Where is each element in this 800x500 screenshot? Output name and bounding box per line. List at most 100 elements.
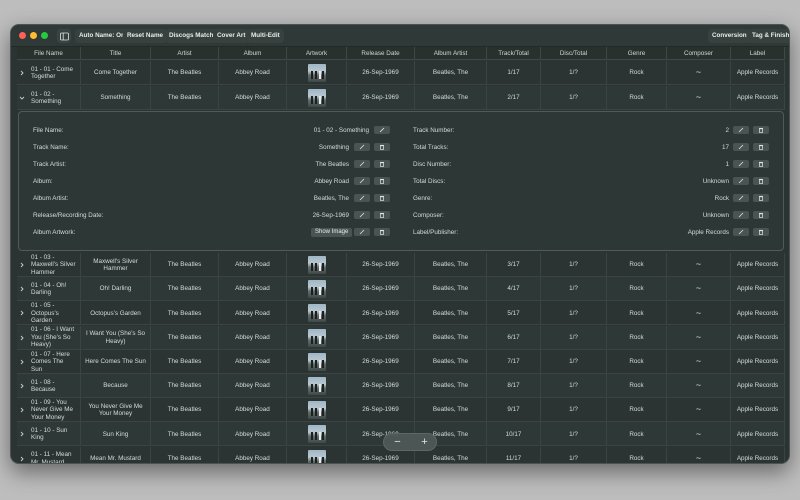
delete-field-button[interactable] — [753, 177, 769, 185]
minimize-window-button[interactable] — [30, 32, 37, 39]
edit-field-button[interactable] — [733, 177, 749, 185]
conversion-button[interactable]: Conversion — [708, 29, 751, 43]
detail-value[interactable]: The Beatles — [315, 161, 349, 168]
detail-value[interactable]: 1 — [725, 161, 729, 168]
edit-field-button[interactable] — [733, 143, 749, 151]
album-artwork-thumbnail[interactable] — [307, 89, 326, 107]
album-artwork-thumbnail[interactable] — [307, 401, 326, 420]
chevron-right-icon[interactable] — [17, 374, 27, 398]
delete-field-button[interactable] — [374, 194, 390, 202]
delete-field-button[interactable] — [753, 126, 769, 134]
table-row[interactable]: 01 - 06 - I Want You (She's So Heavy) I W… — [17, 325, 785, 350]
detail-value[interactable]: Beatles, The — [314, 195, 349, 202]
chevron-right-icon[interactable] — [17, 447, 27, 463]
delete-field-button[interactable] — [374, 160, 390, 168]
album-artwork-thumbnail[interactable] — [307, 425, 326, 444]
chevron-right-icon[interactable] — [17, 326, 27, 350]
table-row[interactable]: 01 - 07 - Here Comes The Sun Here Comes T… — [17, 349, 785, 374]
zoom-in-button[interactable]: + — [411, 434, 438, 452]
column-header[interactable]: Label — [731, 47, 785, 60]
album-artwork-thumbnail[interactable] — [307, 377, 326, 395]
delete-field-button[interactable] — [374, 211, 390, 219]
column-header[interactable]: Composer — [667, 47, 731, 60]
detail-value[interactable]: 01 - 02 - Something — [314, 127, 369, 134]
detail-value[interactable]: 26-Sep-1969 — [313, 212, 349, 219]
chevron-right-icon[interactable] — [17, 422, 27, 446]
column-header[interactable]: Release Date — [347, 47, 415, 60]
close-window-button[interactable] — [19, 32, 26, 39]
multi-edit-button[interactable]: Multi-Edit — [247, 29, 284, 43]
column-header[interactable]: Track/Total — [487, 47, 541, 60]
chevron-right-icon[interactable] — [17, 398, 27, 422]
column-header[interactable]: Album — [219, 47, 287, 60]
cell-genre: Rock — [607, 349, 667, 374]
edit-field-button[interactable] — [374, 126, 390, 134]
edit-field-button[interactable] — [354, 211, 370, 219]
column-header[interactable]: Artist — [151, 47, 219, 60]
zoom-out-button[interactable]: − — [384, 434, 411, 452]
detail-value[interactable]: Something — [319, 144, 349, 151]
auto-name-button[interactable]: Auto Name: On — [75, 29, 129, 43]
column-header[interactable]: Title — [81, 47, 151, 60]
edit-field-button[interactable] — [354, 177, 370, 185]
column-header[interactable]: File Name — [17, 47, 81, 60]
edit-field-button[interactable] — [354, 143, 370, 151]
column-header[interactable]: Artwork — [287, 47, 347, 60]
delete-field-button[interactable] — [374, 228, 390, 236]
delete-field-button[interactable] — [753, 211, 769, 219]
edit-field-button[interactable] — [354, 194, 370, 202]
chevron-right-icon[interactable] — [17, 350, 27, 374]
edit-field-button[interactable] — [733, 126, 749, 134]
zoom-window-button[interactable] — [41, 32, 48, 39]
cell-album-artist: Beatles, The — [415, 277, 487, 302]
column-header[interactable]: Genre — [607, 47, 667, 60]
detail-value[interactable]: Unknown — [703, 178, 729, 185]
column-header[interactable]: Disc/Total — [541, 47, 607, 60]
album-artwork-thumbnail[interactable] — [307, 352, 326, 371]
chevron-right-icon[interactable] — [17, 253, 27, 277]
delete-field-button[interactable] — [374, 177, 390, 185]
table-row[interactable]: 01 - 03 - Maxwell's Silver Hammer Maxwell… — [17, 253, 785, 277]
chevron-down-icon[interactable] — [17, 86, 27, 110]
show-image-button[interactable]: Show Image — [311, 228, 353, 237]
delete-field-button[interactable] — [753, 160, 769, 168]
album-artwork-thumbnail[interactable] — [307, 256, 326, 274]
edit-field-button[interactable] — [733, 228, 749, 236]
table-row[interactable]: 01 - 05 - Octopus's Garden Octopus's Gard… — [17, 301, 785, 326]
album-artwork-thumbnail[interactable] — [307, 304, 326, 323]
sidebar-toggle-button[interactable] — [57, 29, 71, 43]
delete-field-button[interactable] — [753, 143, 769, 151]
table-row[interactable]: 01 - 02 - Something Something The Beatles A… — [17, 86, 785, 110]
discogs-match-button[interactable]: Discogs Match — [165, 29, 218, 43]
delete-field-button[interactable] — [374, 143, 390, 151]
table-row[interactable]: 01 - 01 - Come Together Come Together The … — [17, 61, 785, 85]
edit-field-button[interactable] — [354, 228, 370, 236]
table-row[interactable]: 01 - 08 - Because Because The Beatles Abbey… — [17, 374, 785, 398]
app-window: Auto Name: On Reset Name Discogs Match C… — [10, 24, 790, 464]
detail-value[interactable]: Abbey Road — [314, 178, 349, 185]
reset-name-button[interactable]: Reset Name — [123, 29, 168, 43]
delete-field-button[interactable] — [753, 228, 769, 236]
table-row[interactable]: 01 - 09 - You Never Give Me Your Money Yo… — [17, 398, 785, 423]
chevron-right-icon[interactable] — [17, 301, 27, 325]
detail-value[interactable]: Unknown — [703, 212, 729, 219]
detail-value[interactable]: 2 — [725, 127, 729, 134]
edit-field-button[interactable] — [733, 160, 749, 168]
album-artwork-thumbnail[interactable] — [307, 280, 326, 299]
chevron-right-icon[interactable] — [17, 277, 27, 301]
album-artwork-thumbnail[interactable] — [307, 64, 326, 82]
album-artwork-thumbnail[interactable] — [307, 449, 326, 463]
edit-field-button[interactable] — [354, 160, 370, 168]
edit-field-button[interactable] — [733, 211, 749, 219]
table-row[interactable]: 01 - 04 - Oh! Darling Oh! Darling The Beat… — [17, 277, 785, 302]
detail-value[interactable]: 17 — [722, 144, 729, 151]
delete-field-button[interactable] — [753, 194, 769, 202]
tag-finish-button[interactable]: Tag & Finish — [748, 29, 789, 43]
cover-art-button[interactable]: Cover Art — [213, 29, 250, 43]
detail-value[interactable]: Rock — [715, 195, 729, 202]
column-header[interactable]: Album Artist — [415, 47, 487, 60]
edit-field-button[interactable] — [733, 194, 749, 202]
detail-value[interactable]: Apple Records — [688, 229, 729, 236]
album-artwork-thumbnail[interactable] — [307, 328, 326, 347]
chevron-right-icon[interactable] — [17, 61, 27, 85]
